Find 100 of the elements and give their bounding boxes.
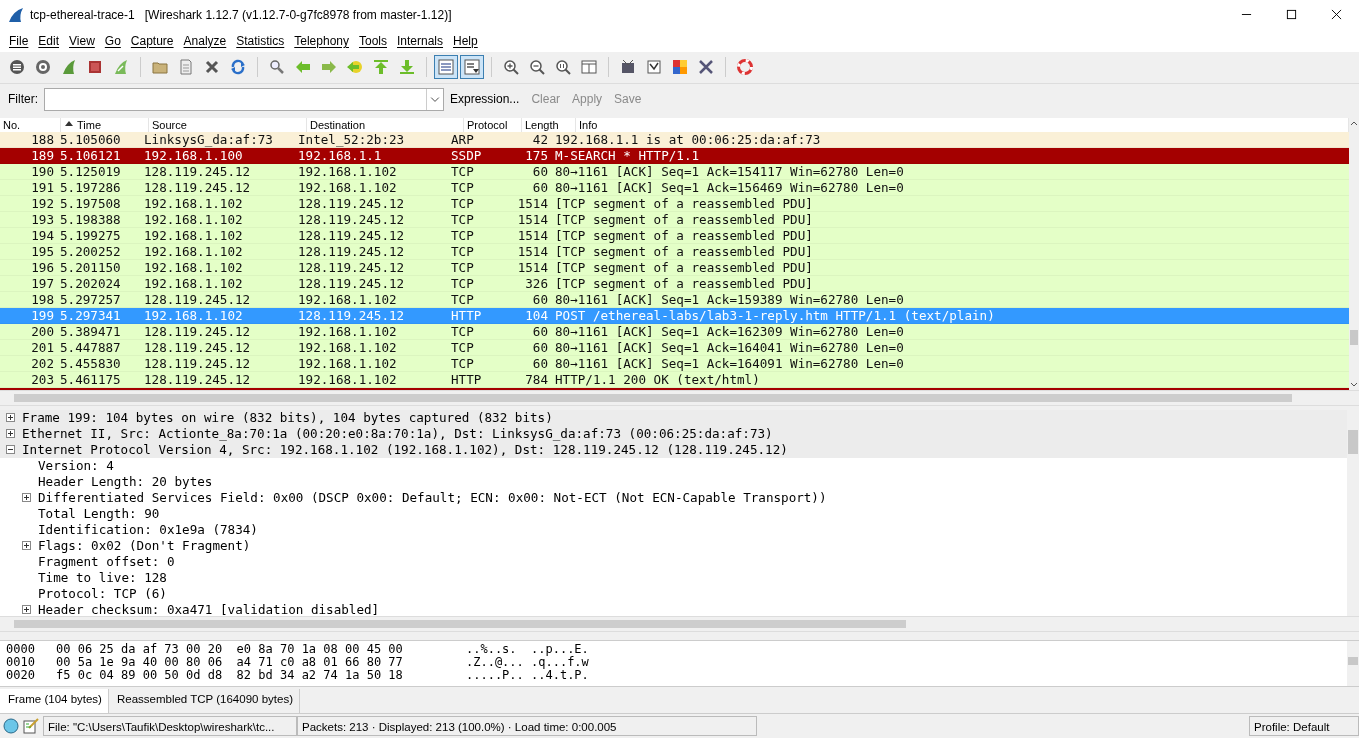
hex-bytes: 00 06 25 da af 73 00 20 e0 8a 70 1a 08 00 45 00: [56, 642, 404, 656]
filter-label: Filter:: [8, 92, 38, 107]
vertical-scrollbar[interactable]: [1347, 640, 1359, 687]
packet-cell-text: 128.119.245.12: [143, 340, 252, 355]
expander-icon[interactable]: [6, 413, 15, 423]
maximize-icon[interactable]: [1286, 9, 1297, 21]
packet-cell-text: TCP: [450, 212, 475, 227]
zoom-in-icon: [503, 59, 519, 76]
packet-cell-text: 5.389471: [59, 324, 122, 339]
packet-cell-text: 128.119.245.12: [297, 212, 406, 227]
expander-icon[interactable]: [22, 605, 31, 615]
filter-field[interactable]: [44, 87, 444, 111]
packet-cell-text: 128.119.245.12: [143, 180, 252, 195]
hex-offset: 0010: [6, 655, 36, 669]
packet-cell-text: 5.106121: [59, 148, 122, 163]
packet-cell-text: 80→1161 [ACK] Seq=1 Ack=156469 Win=62780 Len=0: [554, 180, 905, 195]
resize-columns-icon: [581, 59, 597, 76]
packet-cell-text: 5.199275: [59, 228, 122, 243]
packet-cell-text: 192.168.1.102: [143, 260, 244, 275]
packet-cell-text: 128.119.245.12: [297, 260, 406, 275]
tree-item[interactable]: Time to live: 128: [0, 569, 1347, 586]
tree-item[interactable]: Frame 199: 104 bytes on wire (832 bits), 104 bytes captured (832 bits): [0, 409, 1347, 426]
status-circle-icon[interactable]: [3, 718, 19, 735]
menu-item[interactable]: Statistics: [231, 33, 290, 48]
packet-cell-text: 175: [524, 148, 549, 163]
packet-cell-text: 192.168.1.100: [143, 148, 244, 163]
list-icon: [9, 59, 25, 76]
expander-icon[interactable]: [6, 445, 15, 455]
menu-item[interactable]: Analyze: [178, 33, 232, 48]
packet-cell-text: HTTP/1.1 200 OK (text/html): [554, 372, 761, 387]
packet-cell-text: 5.198388: [59, 212, 122, 227]
scrollbar-thumb[interactable]: [1348, 429, 1358, 454]
menu-item[interactable]: Internals: [392, 33, 449, 48]
hex-offset: 0000: [6, 642, 36, 656]
packet-cell-text: [TCP segment of a reassembled PDU]: [554, 260, 814, 275]
column-header[interactable]: Protocol: [464, 118, 522, 132]
tree-item[interactable]: Header checksum: 0xa471 [validation disabled]: [0, 601, 1347, 616]
hex-bytes: f5 0c 04 89 00 50 0d d8 82 bd 34 a2 74 1a 50 18: [56, 668, 404, 682]
hex-bytes: 00 5a 1e 9a 40 00 80 06 a4 71 c0 a8 01 66 80 77: [56, 655, 404, 669]
filter-button[interactable]: Expression...: [444, 92, 526, 107]
packet-cell-text: 60: [531, 356, 549, 371]
scrollbar-thumb[interactable]: [1348, 656, 1358, 665]
column-header[interactable]: Length: [522, 118, 576, 132]
packet-cell-text: 200: [30, 324, 55, 339]
tree-item[interactable]: Header Length: 20 bytes: [0, 473, 1347, 490]
vertical-scrollbar[interactable]: [1347, 409, 1359, 616]
tree-item[interactable]: Protocol: TCP (6): [0, 585, 1347, 602]
arrow-circle-icon: [347, 59, 363, 76]
packet-cell-text: 192.168.1.1 is at 00:06:25:da:af:73: [554, 132, 822, 147]
vertical-scrollbar[interactable]: [1349, 118, 1359, 390]
folder-icon: [152, 59, 168, 76]
tree-item[interactable]: Total Length: 90: [0, 505, 1347, 522]
profile-label[interactable]: Profile: Default: [1249, 716, 1359, 737]
menu-item[interactable]: Help: [448, 33, 483, 48]
tab[interactable]: Reassembled TCP (164090 bytes): [108, 689, 300, 714]
tree-item[interactable]: Version: 4: [0, 457, 1347, 474]
packet-cell-text: 80→1161 [ACK] Seq=1 Ack=164091 Win=62780 Len=0: [554, 356, 905, 371]
menu-item[interactable]: Go: [99, 33, 126, 48]
menu-item[interactable]: Capture: [125, 33, 179, 48]
expander-icon[interactable]: [22, 541, 31, 551]
column-header[interactable]: Destination: [307, 118, 464, 132]
tree-item[interactable]: Flags: 0x02 (Don't Fragment): [0, 537, 1347, 554]
packet-cell-text: 60: [531, 292, 549, 307]
packet-cell-text: 104: [524, 308, 549, 323]
packet-cell-text: TCP: [450, 276, 475, 291]
menu-item[interactable]: Tools: [354, 33, 392, 48]
scrollbar-thumb[interactable]: [1350, 329, 1358, 345]
right-arrow-icon: [321, 59, 337, 76]
packet-cell-text: 5.461175: [59, 372, 122, 387]
lifebuoy-icon: [737, 59, 753, 76]
packet-cell-text: 192.168.1.102: [297, 372, 398, 387]
ascii-text: .Z..@... .q...f.w: [466, 655, 589, 669]
packet-cell-text: 80→1161 [ACK] Seq=1 Ack=164041 Win=62780 Len=0: [554, 340, 905, 355]
packet-cell-text: 60: [531, 324, 549, 339]
packet-cell-text: 1514: [516, 260, 549, 275]
close-icon[interactable]: [1331, 9, 1342, 21]
toolbar-button[interactable]: [434, 55, 458, 80]
expander-icon[interactable]: [22, 493, 31, 503]
menu-item[interactable]: Telephony: [289, 33, 354, 48]
tree-item[interactable]: Fragment offset: 0: [0, 553, 1347, 570]
tree-item[interactable]: Differentiated Services Field: 0x00 (DSCP 0x00: Default; ECN: 0x00: Not-ECT (Not ECN-Capable Transport)): [0, 489, 1347, 506]
menu-item[interactable]: Edit: [33, 33, 65, 48]
fin-icon: [61, 59, 77, 76]
column-header[interactable]: Source: [149, 118, 307, 132]
packet-cell-text: 192.168.1.102: [297, 356, 398, 371]
tree-item[interactable]: Identification: 0x1e9a (7834): [0, 521, 1347, 538]
packet-cell-text: 60: [531, 164, 549, 179]
tab[interactable]: Frame (104 bytes): [0, 689, 109, 714]
menu-item[interactable]: File: [4, 33, 34, 48]
packet-cell-text: HTTP: [450, 372, 483, 387]
menu-item[interactable]: View: [64, 33, 100, 48]
search-icon: [269, 59, 285, 76]
column-header[interactable]: No.: [0, 118, 61, 132]
zoom-icon: [555, 59, 571, 76]
edit-note-icon[interactable]: [23, 718, 39, 735]
packet-cell-text: 192.168.1.1: [297, 148, 383, 163]
column-header[interactable]: Time: [61, 118, 149, 132]
close-icon: [204, 59, 220, 76]
expander-icon[interactable]: [6, 429, 15, 439]
toolbar-button[interactable]: [460, 55, 484, 80]
